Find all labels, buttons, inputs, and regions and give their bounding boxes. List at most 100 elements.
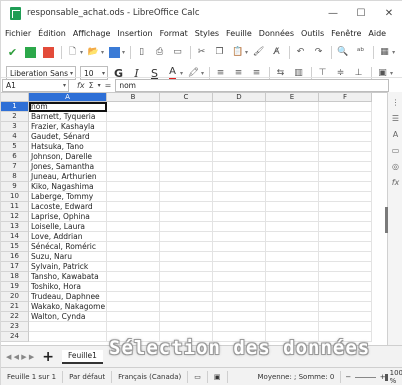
spellcheck-icon[interactable]: ᵃᵇ [354, 46, 367, 59]
cell[interactable] [160, 152, 213, 162]
column-header-b[interactable]: B [107, 93, 160, 102]
cell[interactable] [266, 252, 319, 262]
menu-donnees[interactable]: Données [259, 29, 294, 38]
cell[interactable] [213, 212, 266, 222]
cell[interactable] [266, 192, 319, 202]
cell[interactable]: Wakako, Nakagome [29, 302, 107, 312]
column-header-c[interactable]: C [160, 93, 213, 102]
zoom-level[interactable]: 100 % [390, 369, 402, 385]
checkmark-icon[interactable]: ✔ [6, 46, 19, 59]
formula-input[interactable]: nom [115, 78, 389, 92]
status-language[interactable]: Français (Canada) [112, 371, 189, 383]
cell[interactable] [319, 102, 372, 112]
cell[interactable] [107, 132, 160, 142]
cell[interactable] [29, 322, 107, 332]
styles-icon[interactable]: A [391, 130, 401, 140]
cell[interactable] [213, 112, 266, 122]
cell[interactable] [213, 172, 266, 182]
cell[interactable] [266, 112, 319, 122]
sidebar-menu-icon[interactable]: ⋮ [391, 98, 401, 108]
cell[interactable] [319, 322, 372, 332]
row-header[interactable]: 3 [1, 122, 29, 132]
column-header-f[interactable]: F [319, 93, 372, 102]
column-header-a[interactable]: A [29, 93, 107, 102]
save-icon[interactable] [108, 46, 121, 59]
cell[interactable] [266, 172, 319, 182]
chevron-down-icon[interactable]: ▾ [392, 49, 395, 56]
green-sheet-icon[interactable] [24, 46, 37, 59]
cell[interactable] [266, 282, 319, 292]
cell[interactable] [213, 152, 266, 162]
cell[interactable] [107, 122, 160, 132]
cell[interactable] [266, 102, 319, 112]
cell[interactable]: Barnett, Tyqueria [29, 112, 107, 122]
row-header[interactable]: 13 [1, 222, 29, 232]
cell[interactable] [107, 212, 160, 222]
cell[interactable] [213, 122, 266, 132]
cell[interactable] [160, 202, 213, 212]
cell[interactable]: Johnson, Darelle [29, 152, 107, 162]
sidebar-resize-handle[interactable] [385, 207, 388, 233]
cell[interactable] [319, 152, 372, 162]
cell[interactable] [213, 272, 266, 282]
cell[interactable]: Love, Addrian [29, 232, 107, 242]
cell[interactable] [160, 282, 213, 292]
cell[interactable] [107, 322, 160, 332]
cell[interactable] [266, 232, 319, 242]
cell[interactable] [319, 182, 372, 192]
chevron-down-icon[interactable]: ▾ [80, 49, 83, 56]
cell[interactable] [319, 202, 372, 212]
cell[interactable] [213, 162, 266, 172]
cell[interactable] [319, 312, 372, 322]
cell[interactable] [213, 242, 266, 252]
cell[interactable] [160, 122, 213, 132]
cell[interactable]: Trudeau, Daphnee [29, 292, 107, 302]
undo-icon[interactable]: ↶ [294, 46, 307, 59]
menu-feuille[interactable]: Feuille [226, 29, 252, 38]
cell[interactable] [107, 302, 160, 312]
cell[interactable] [107, 282, 160, 292]
cell[interactable] [213, 302, 266, 312]
maximize-button[interactable]: ☐ [347, 1, 375, 25]
menu-insertion[interactable]: Insertion [117, 29, 152, 38]
cell[interactable] [266, 182, 319, 192]
add-sheet-button[interactable]: + [42, 349, 54, 365]
cell[interactable] [29, 332, 107, 342]
cell-a1-selected[interactable]: nom [29, 102, 107, 112]
row-header[interactable]: 17 [1, 262, 29, 272]
row-header[interactable]: 23 [1, 322, 29, 332]
cell[interactable] [266, 302, 319, 312]
cell[interactable] [160, 112, 213, 122]
cell[interactable] [266, 142, 319, 152]
tab-feuille1[interactable]: Feuille1 [61, 349, 103, 364]
cell[interactable] [107, 222, 160, 232]
cell[interactable] [107, 152, 160, 162]
chevron-down-icon[interactable]: ▾ [102, 70, 105, 77]
cell[interactable] [107, 142, 160, 152]
row-header[interactable]: 19 [1, 282, 29, 292]
cell[interactable] [266, 162, 319, 172]
new-document-icon[interactable]: 🗋 [66, 46, 79, 59]
chevron-down-icon[interactable]: ▾ [201, 70, 204, 77]
cell[interactable]: Hatsuka, Tano [29, 142, 107, 152]
cell[interactable] [107, 262, 160, 272]
formula-icon[interactable]: = [105, 81, 112, 90]
column-header-e[interactable]: E [266, 93, 319, 102]
cell[interactable] [107, 272, 160, 282]
cell[interactable]: Tansho, Kawabata [29, 272, 107, 282]
red-sheet-icon[interactable] [42, 46, 55, 59]
cell[interactable] [319, 282, 372, 292]
cell[interactable] [160, 232, 213, 242]
cell[interactable] [319, 162, 372, 172]
row-header[interactable]: 14 [1, 232, 29, 242]
cell[interactable] [160, 132, 213, 142]
row-header[interactable]: 9 [1, 182, 29, 192]
cell[interactable]: Sylvain, Patrick [29, 262, 107, 272]
menu-affichage[interactable]: Affichage [73, 29, 111, 38]
row-header[interactable]: 16 [1, 252, 29, 262]
sum-icon[interactable]: Σ [89, 81, 94, 90]
cell[interactable] [107, 162, 160, 172]
cell[interactable]: Frazier, Kashayla [29, 122, 107, 132]
cell[interactable] [266, 312, 319, 322]
row-header[interactable]: 15 [1, 242, 29, 252]
